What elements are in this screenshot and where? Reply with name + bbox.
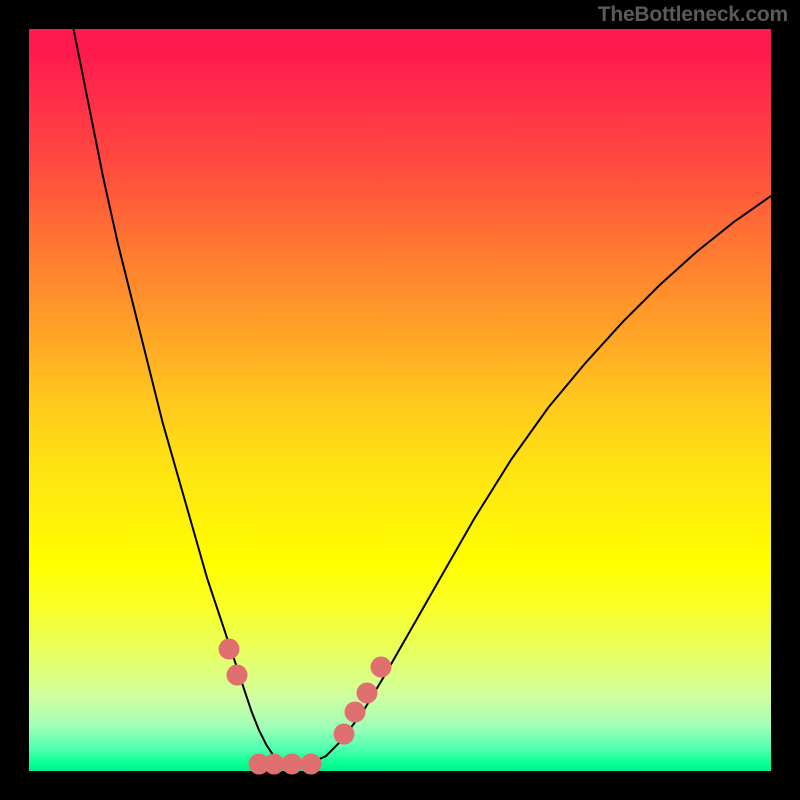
data-point-left-cluster-1 (219, 638, 240, 659)
chart-frame: TheBottleneck.com (0, 0, 800, 800)
bottleneck-curve (29, 29, 771, 771)
watermark-text: TheBottleneck.com (598, 3, 788, 27)
plot-area (29, 29, 771, 771)
data-point-right-cluster-4 (371, 657, 392, 678)
data-point-floor-4 (300, 753, 321, 774)
data-point-left-cluster-2 (226, 664, 247, 685)
data-point-right-cluster-3 (356, 683, 377, 704)
data-point-right-cluster-1 (334, 723, 355, 744)
data-point-right-cluster-2 (345, 701, 366, 722)
